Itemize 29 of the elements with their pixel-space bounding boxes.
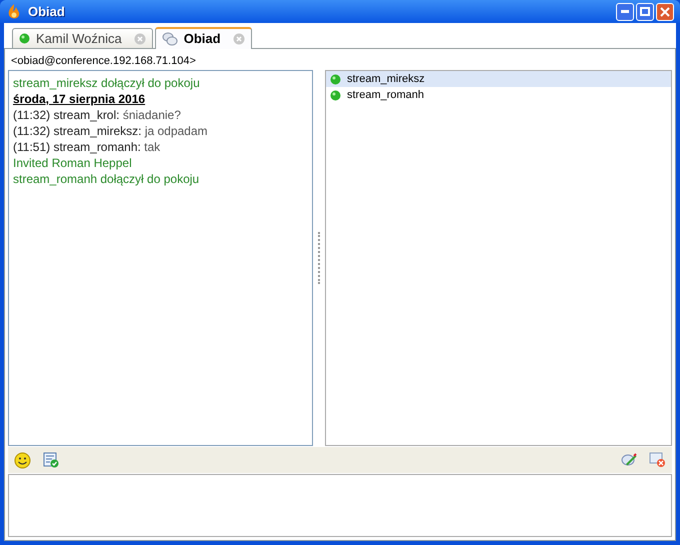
window-close-icon[interactable]: [649, 452, 666, 468]
tab[interactable]: Obiad: [154, 27, 252, 49]
message-input[interactable]: [8, 474, 672, 537]
status-dot-icon: [330, 90, 341, 100]
window-title: Obiad: [28, 2, 65, 21]
chat-message: (11:32) stream_mireksz: ja odpadam: [13, 123, 209, 139]
system-message: Invited Roman Heppel: [13, 155, 133, 171]
flame-icon: [6, 2, 22, 20]
date-heading: środa, 17 sierpnia 2016: [13, 91, 146, 107]
minimize-button[interactable]: [616, 2, 634, 20]
status-dot-icon: [330, 74, 341, 84]
system-message: stream_romanh dołączył do pokoju: [13, 171, 200, 187]
close-icon: [660, 6, 670, 16]
chat-message: (11:51) stream_romanh: tak: [13, 139, 162, 155]
maximize-icon: [640, 7, 650, 16]
checklist-icon[interactable]: [43, 452, 59, 468]
tab[interactable]: Kamil Woźnica: [12, 28, 153, 48]
minimize-icon: [621, 10, 629, 13]
chat-message: (11:32) stream_krol: śniadanie?: [13, 107, 182, 123]
room-address: <obiad@conference.192.168.71.104>: [10, 54, 197, 69]
status-dot-icon: [19, 33, 30, 44]
pencil-bubble-icon[interactable]: [621, 452, 637, 468]
close-button[interactable]: [656, 2, 674, 20]
participant-item[interactable]: stream_mireksz: [326, 71, 671, 87]
maximize-button[interactable]: [636, 2, 654, 20]
splitter-handle[interactable]: [318, 232, 320, 284]
system-message: stream_mireksz dołączył do pokoju: [13, 75, 201, 91]
smiley-icon[interactable]: [14, 452, 31, 468]
chat-bubbles-icon: [162, 32, 178, 46]
